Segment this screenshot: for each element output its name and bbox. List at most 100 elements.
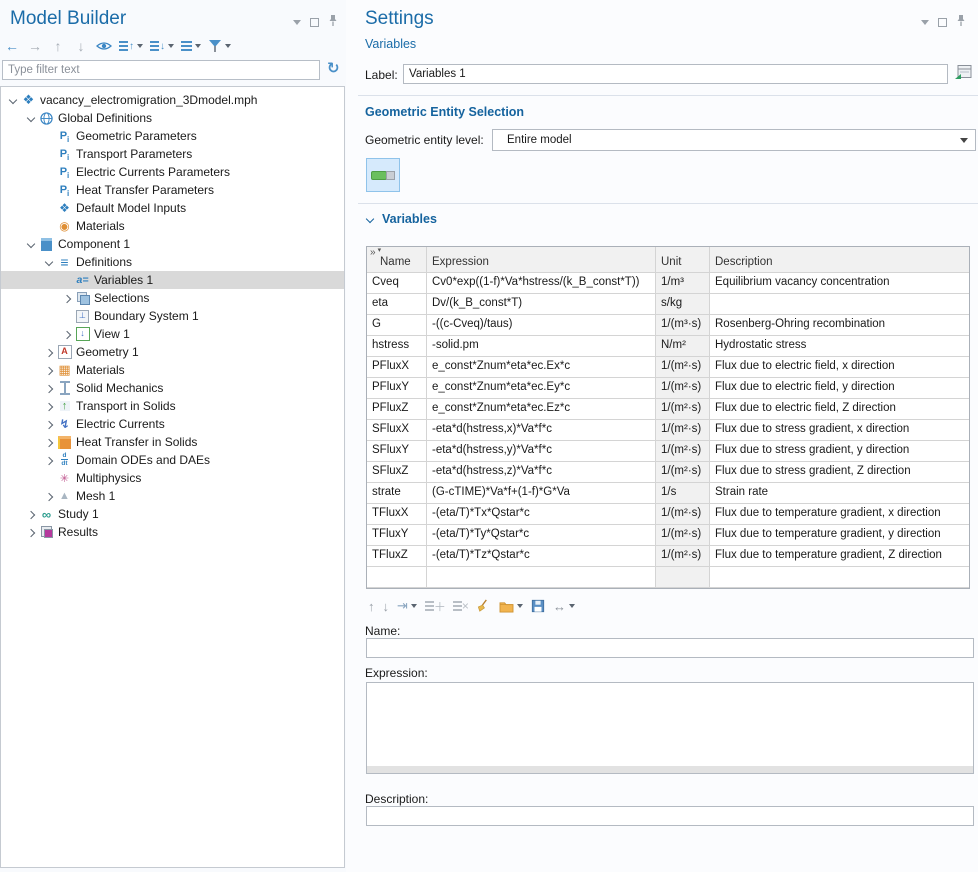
settings-breadcrumb[interactable]: Variables (365, 37, 416, 51)
add-row-icon[interactable]: ＋ (425, 598, 445, 615)
table-cell-name[interactable]: SFluxZ (367, 462, 427, 483)
table-cell-unit[interactable]: 1/s (656, 483, 710, 504)
table-cell-description[interactable]: Flux due to electric field, y direction (710, 378, 969, 399)
row-move-up-icon[interactable]: ↑ (368, 599, 375, 614)
table-cell-expression[interactable]: -eta*d(hstress,y)*Va*f*c (427, 441, 656, 462)
table-cell-unit[interactable]: 1/(m²·s) (656, 420, 710, 441)
table-cell-unit[interactable]: 1/m³ (656, 273, 710, 294)
expand-toggle-icon[interactable] (61, 289, 74, 307)
table-cell-description[interactable]: Flux due to electric field, x direction (710, 357, 969, 378)
expand-toggle-icon[interactable] (61, 325, 74, 343)
table-cell-description[interactable] (710, 567, 969, 588)
collapse-toggle-icon[interactable] (7, 91, 20, 109)
move-down-icon[interactable]: ↓ (73, 37, 89, 55)
show-icon[interactable] (96, 37, 112, 55)
table-cell-description[interactable]: Rosenberg-Ohring recombination (710, 315, 969, 336)
tree-item-view-1[interactable]: View 1 (1, 325, 344, 343)
tree-item-global-definitions[interactable]: Global Definitions (1, 109, 344, 127)
table-cell-name[interactable]: strate (367, 483, 427, 504)
table-cell-description[interactable]: Hydrostatic stress (710, 336, 969, 357)
forward-icon[interactable]: → (27, 37, 43, 55)
table-cell-expression[interactable]: e_const*Znum*eta*ec.Ez*c (427, 399, 656, 420)
refresh-icon[interactable]: ↻ (327, 59, 340, 77)
collapse-all-icon[interactable]: ↓ (150, 37, 174, 55)
tree-item-component-1[interactable]: Component 1 (1, 235, 344, 253)
table-cell-name[interactable]: hstress (367, 336, 427, 357)
table-cell-expression[interactable]: e_const*Znum*eta*ec.Ey*c (427, 378, 656, 399)
filter-input[interactable] (2, 60, 320, 80)
panel-menu-icon[interactable] (921, 20, 929, 25)
expand-toggle-icon[interactable] (43, 379, 56, 397)
back-icon[interactable]: ← (4, 37, 20, 55)
table-cell-name[interactable]: Cveq (367, 273, 427, 294)
table-cell-name[interactable]: TFluxZ (367, 546, 427, 567)
tree-item-domain-odes-daes[interactable]: Domain ODEs and DAEs (1, 451, 344, 469)
model-tree-node-text-icon[interactable] (181, 37, 201, 55)
table-cell-expression[interactable]: -(eta/T)*Tz*Qstar*c (427, 546, 656, 567)
tree-item-model-file[interactable]: vacancy_electromigration_3Dmodel.mph (1, 91, 344, 109)
tree-item-heat-transfer-parameters[interactable]: Heat Transfer Parameters (1, 181, 344, 199)
tree-item-electric-currents-parameters[interactable]: Electric Currents Parameters (1, 163, 344, 181)
table-cell-unit[interactable]: 1/(m²·s) (656, 441, 710, 462)
tree-item-definitions[interactable]: Definitions (1, 253, 344, 271)
table-cell-expression[interactable]: -solid.pm (427, 336, 656, 357)
table-cell-expression[interactable]: e_const*Znum*eta*ec.Ex*c (427, 357, 656, 378)
table-menu-icon[interactable]: » (370, 247, 381, 258)
pin-icon[interactable] (956, 14, 966, 30)
expression-input[interactable] (366, 682, 974, 774)
pin-icon[interactable] (328, 14, 338, 30)
table-cell-expression[interactable]: Cv0*exp((1-f)*Va*hstress/(k_B_const*T)) (427, 273, 656, 294)
expand-toggle-icon[interactable] (25, 505, 38, 523)
table-cell-name[interactable]: SFluxY (367, 441, 427, 462)
tree-item-geometric-parameters[interactable]: Geometric Parameters (1, 127, 344, 145)
collapse-toggle-icon[interactable] (43, 253, 56, 271)
geometric-entity-level-select[interactable]: Entire model (492, 129, 976, 151)
table-cell-unit[interactable]: s/kg (656, 294, 710, 315)
table-cell-description[interactable]: Flux due to stress gradient, Z direction (710, 462, 969, 483)
tree-item-boundary-system-1[interactable]: Boundary System 1 (1, 307, 344, 325)
table-cell-name[interactable]: eta (367, 294, 427, 315)
table-cell-unit[interactable]: 1/(m²·s) (656, 399, 710, 420)
expand-toggle-icon[interactable] (43, 451, 56, 469)
active-selection-toggle[interactable] (366, 158, 400, 192)
filter-icon[interactable] (208, 37, 231, 55)
table-cell-name[interactable]: TFluxX (367, 504, 427, 525)
table-cell-name[interactable]: PFluxY (367, 378, 427, 399)
table-cell-description[interactable]: Equilibrium vacancy concentration (710, 273, 969, 294)
expand-toggle-icon[interactable] (43, 343, 56, 361)
table-cell-name[interactable] (367, 567, 427, 588)
save-to-file-icon[interactable] (531, 599, 545, 613)
table-cell-unit[interactable]: 1/(m²·s) (656, 504, 710, 525)
tree-item-variables-1[interactable]: Variables 1 (1, 271, 344, 289)
table-cell-unit[interactable]: 1/(m²·s) (656, 357, 710, 378)
table-cell-name[interactable]: TFluxY (367, 525, 427, 546)
expand-all-icon[interactable]: ↑ (119, 37, 143, 55)
table-cell-name[interactable]: PFluxZ (367, 399, 427, 420)
table-cell-expression[interactable]: -(eta/T)*Ty*Qstar*c (427, 525, 656, 546)
table-cell-unit[interactable]: N/m² (656, 336, 710, 357)
tree-item-materials[interactable]: Materials (1, 361, 344, 379)
delete-row-icon[interactable]: × (453, 599, 468, 613)
tree-item-selections[interactable]: Selections (1, 289, 344, 307)
tree-item-geometry-1[interactable]: Geometry 1 (1, 343, 344, 361)
table-cell-description[interactable]: Flux due to stress gradient, y direction (710, 441, 969, 462)
tree-item-mesh-1[interactable]: Mesh 1 (1, 487, 344, 505)
tree-item-multiphysics[interactable]: Multiphysics (1, 469, 344, 487)
variables-section-heading[interactable]: Variables (382, 212, 437, 226)
collapse-toggle-icon[interactable] (25, 235, 38, 253)
tree-item-solid-mechanics[interactable]: Solid Mechanics (1, 379, 344, 397)
table-cell-description[interactable]: Flux due to stress gradient, x direction (710, 420, 969, 441)
panel-menu-icon[interactable] (293, 20, 301, 25)
expand-toggle-icon[interactable] (43, 487, 56, 505)
table-cell-unit[interactable]: 1/(m²·s) (656, 462, 710, 483)
table-cell-expression[interactable]: -(eta/T)*Tx*Qstar*c (427, 504, 656, 525)
horizontal-scrollbar[interactable] (367, 766, 973, 773)
table-cell-description[interactable]: Flux due to temperature gradient, x dire… (710, 504, 969, 525)
table-cell-description[interactable]: Flux due to electric field, Z direction (710, 399, 969, 420)
rename-apply-icon[interactable] (954, 64, 972, 83)
expand-toggle-icon[interactable] (43, 433, 56, 451)
table-cell-unit[interactable]: 1/(m²·s) (656, 378, 710, 399)
expand-toggle-icon[interactable] (43, 397, 56, 415)
geometric-entity-selection-heading[interactable]: Geometric Entity Selection (365, 105, 524, 119)
float-window-icon[interactable] (938, 18, 947, 27)
